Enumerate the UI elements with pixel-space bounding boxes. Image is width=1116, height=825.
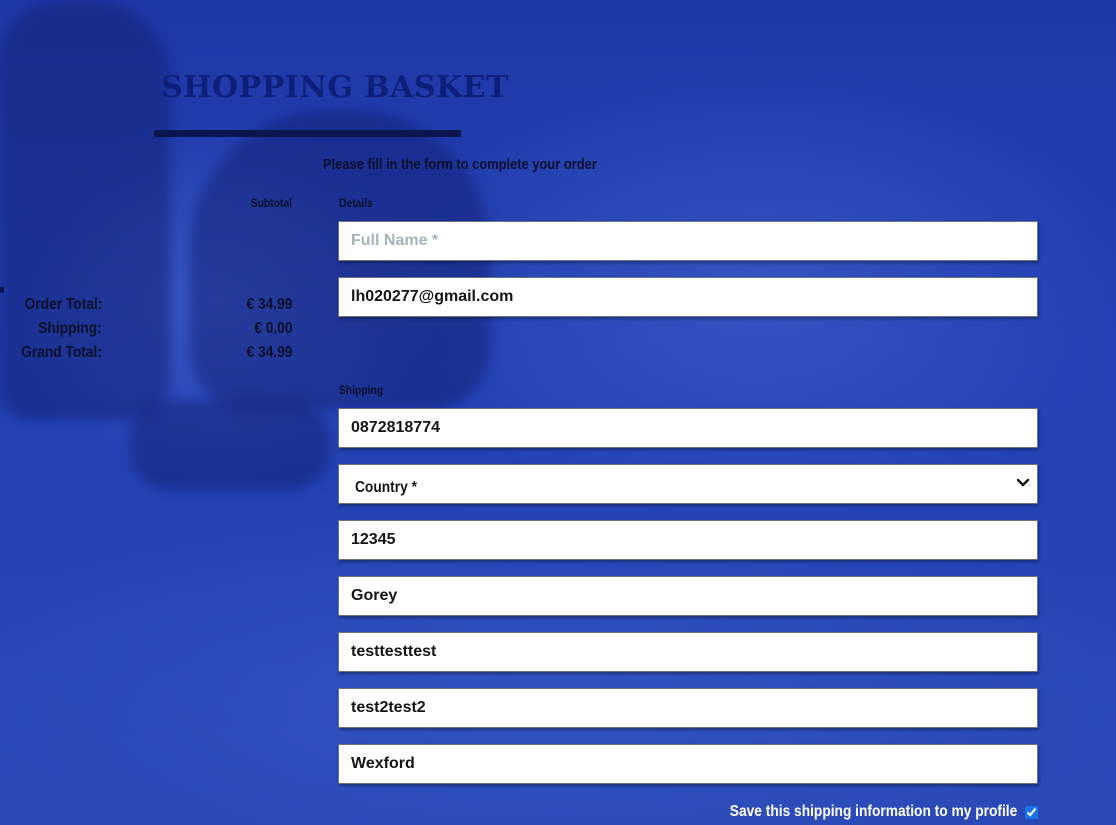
street-address-1-input[interactable] <box>338 632 1038 672</box>
full-name-input[interactable] <box>338 221 1038 261</box>
grand-total-value: € 34.99 <box>246 344 292 361</box>
chevron-down-icon <box>1016 478 1030 487</box>
phone-input[interactable] <box>338 408 1038 448</box>
shipping-cost-row: Shipping: € 0.00 <box>0 320 300 344</box>
order-total-row: Order Total: € 34.99 <box>0 296 300 320</box>
shipping-section-label: Shipping <box>339 383 384 397</box>
subtotal-header: Subtotal <box>250 196 292 210</box>
runner-silhouette-leg <box>130 400 330 490</box>
country-select[interactable]: Country * <box>338 464 1038 504</box>
grand-total-label: Grand Total: <box>21 344 102 361</box>
form-intro-text: Please fill in the form to complete your… <box>323 156 597 173</box>
shipping-cost-value: € 0.00 <box>253 320 292 337</box>
title-underline <box>154 130 461 137</box>
order-total-label: Order Total: <box>24 296 102 313</box>
postcode-input[interactable] <box>338 520 1038 560</box>
details-section-label: Details <box>339 196 373 210</box>
save-info-row: Save this shipping information to my pro… <box>683 802 1038 822</box>
shipping-cost-label: Shipping: <box>38 320 102 337</box>
county-input[interactable] <box>338 744 1038 784</box>
order-totals: Order Total: € 34.99 Shipping: € 0.00 Gr… <box>0 296 300 368</box>
country-select-value: Country * <box>355 479 417 496</box>
grand-total-row: Grand Total: € 34.99 <box>0 344 300 368</box>
save-info-label[interactable]: Save this shipping information to my pro… <box>730 803 1017 821</box>
save-info-checkbox[interactable] <box>1025 805 1038 819</box>
town-input[interactable] <box>338 576 1038 616</box>
order-total-value: € 34.99 <box>246 296 292 313</box>
email-input[interactable] <box>338 277 1038 317</box>
street-address-2-input[interactable] <box>338 688 1038 728</box>
edge-marker <box>0 287 4 293</box>
page-title: SHOPPING BASKET <box>161 70 509 105</box>
